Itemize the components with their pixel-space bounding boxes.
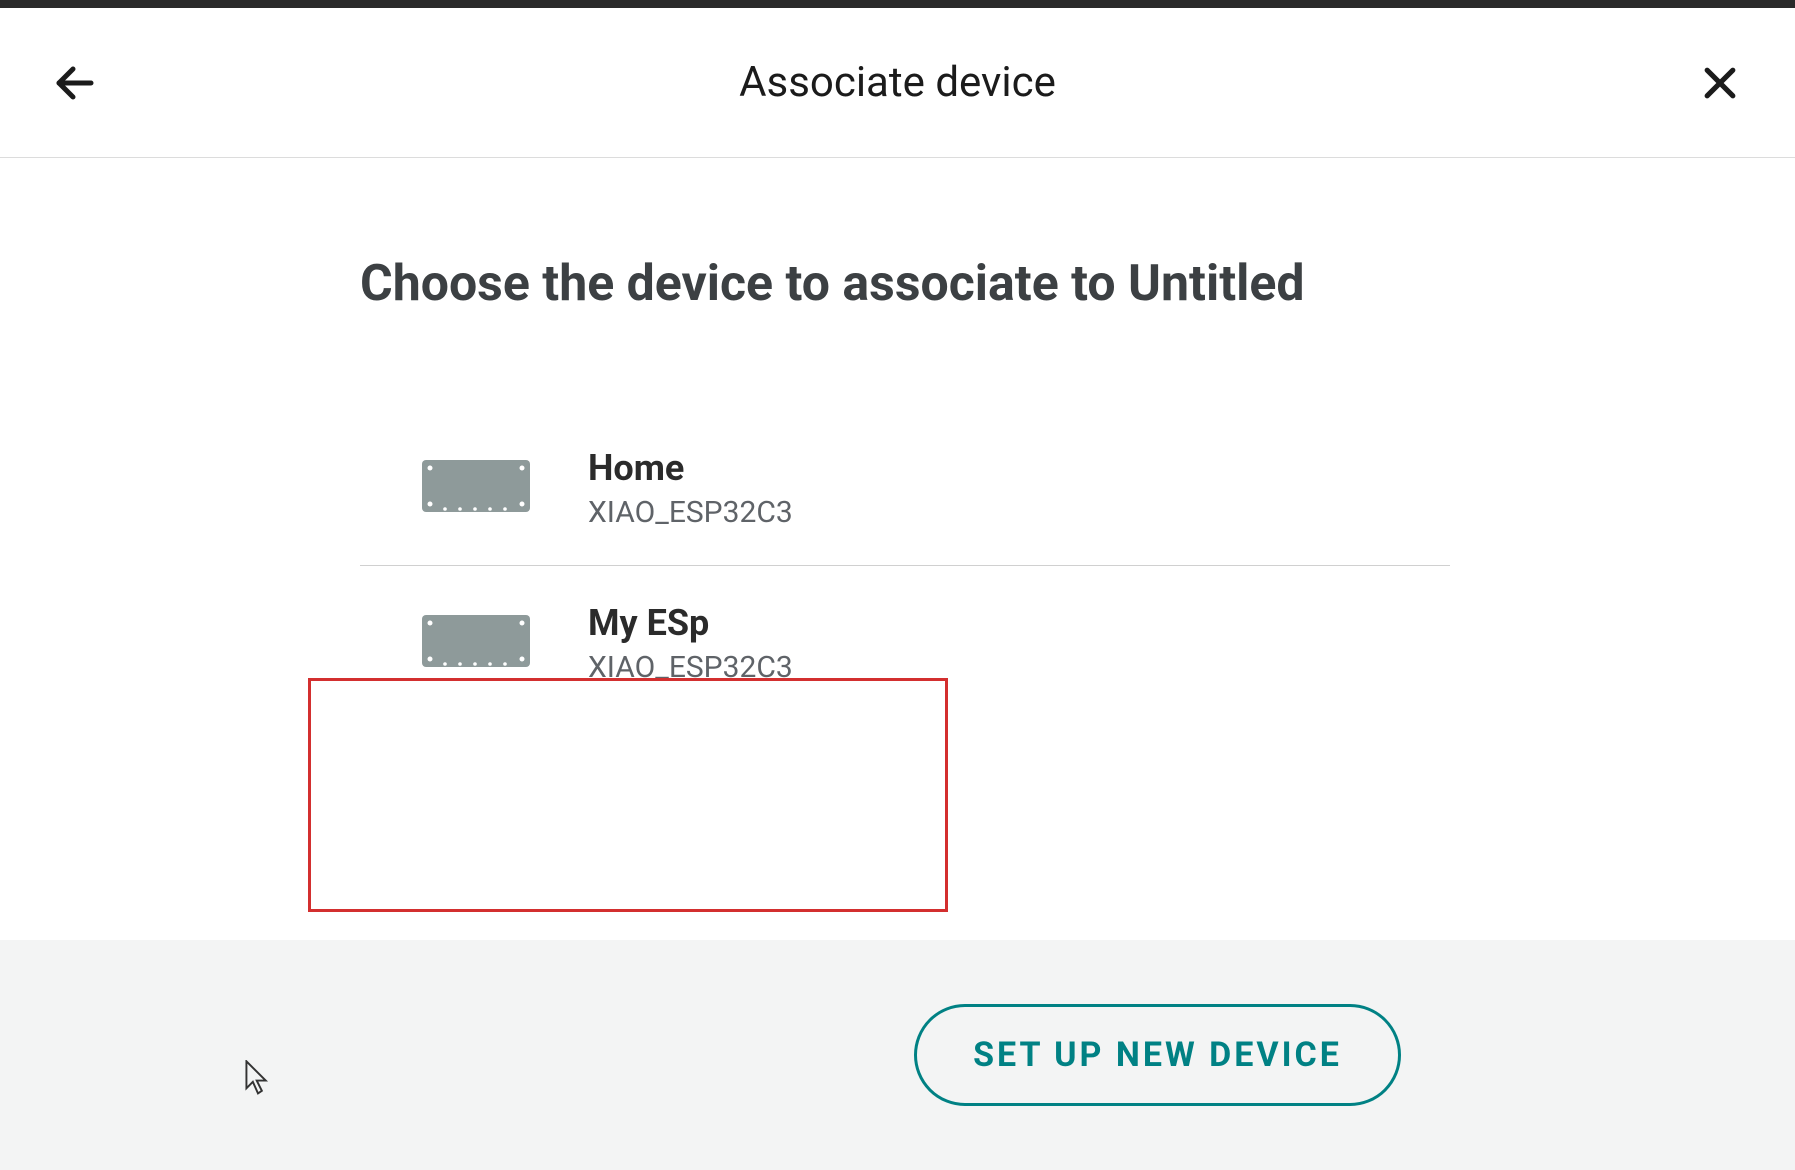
dialog-title: Associate device: [739, 58, 1056, 107]
device-list: Home XIAO_ESP32C3: [360, 411, 1450, 721]
board-icon: [420, 613, 532, 673]
device-item-my-esp[interactable]: My ESp XIAO_ESP32C3: [360, 566, 1450, 721]
page-heading: Choose the device to associate to Untitl…: [360, 248, 1360, 321]
device-name: Home: [588, 447, 793, 489]
device-info: My ESp XIAO_ESP32C3: [588, 602, 793, 685]
board-icon: [420, 458, 532, 518]
window-top-bar: [0, 0, 1795, 8]
dialog-content: Choose the device to associate to Untitl…: [0, 158, 1795, 721]
close-icon: [1698, 61, 1742, 105]
device-name: My ESp: [588, 602, 793, 644]
device-model: XIAO_ESP32C3: [588, 650, 793, 685]
device-item-home[interactable]: Home XIAO_ESP32C3: [360, 411, 1450, 566]
device-model: XIAO_ESP32C3: [588, 495, 793, 530]
arrow-left-icon: [51, 59, 99, 107]
dialog-header: Associate device: [0, 8, 1795, 158]
setup-new-device-button[interactable]: SET UP NEW DEVICE: [914, 1004, 1401, 1106]
dialog-footer: SET UP NEW DEVICE: [0, 940, 1795, 1170]
device-info: Home XIAO_ESP32C3: [588, 447, 793, 530]
close-button[interactable]: [1695, 58, 1745, 108]
back-button[interactable]: [50, 58, 100, 108]
